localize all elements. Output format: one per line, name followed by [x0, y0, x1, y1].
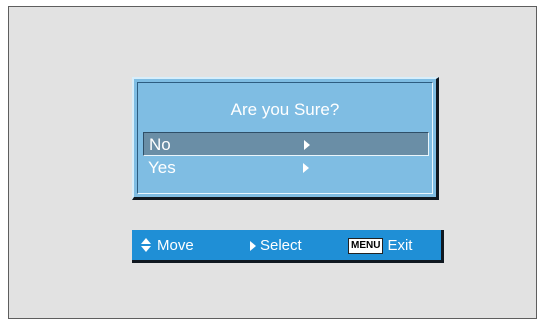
select-triangle-icon: [250, 240, 256, 251]
help-select: Select: [250, 237, 302, 254]
dialog-title: Are you Sure?: [230, 100, 340, 119]
right-arrow-icon: [304, 140, 310, 150]
right-arrow-icon: [303, 163, 309, 173]
help-bar: Move Select MENU Exit: [132, 230, 444, 263]
option-no[interactable]: No: [143, 132, 429, 156]
tv-screen: Are you Sure? No Yes Move Select MENU Ex…: [8, 6, 537, 319]
confirm-dialog: Are you Sure? No Yes: [132, 77, 439, 200]
move-label: Move: [157, 237, 194, 254]
help-move: Move: [141, 237, 194, 254]
help-exit: MENU Exit: [348, 237, 412, 254]
option-yes-label: Yes: [148, 158, 176, 177]
option-no-label: No: [149, 135, 171, 154]
option-yes[interactable]: Yes: [143, 156, 429, 180]
up-down-arrows-icon: [141, 238, 152, 253]
menu-key-icon: MENU: [348, 237, 384, 254]
exit-label: Exit: [387, 237, 413, 254]
select-label: Select: [260, 237, 302, 254]
